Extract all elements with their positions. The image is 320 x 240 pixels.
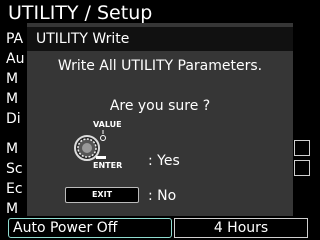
- dialog-question: Are you sure ?: [109, 98, 211, 114]
- menu-value-field-1[interactable]: [294, 140, 310, 156]
- menu-value-field-2[interactable]: [294, 160, 310, 176]
- exit-button[interactable]: EXIT: [65, 187, 139, 203]
- utility-write-dialog: UTILITY Write Write All UTILITY Paramete…: [27, 23, 293, 216]
- menu-item-5[interactable]: Di: [6, 111, 21, 127]
- menu-item-1[interactable]: PA: [6, 31, 23, 47]
- auto-power-off-row[interactable]: Auto Power Off 4 Hours: [8, 218, 310, 238]
- page-title: UTILITY / Setup: [8, 2, 153, 24]
- dialog-message: Write All UTILITY Parameters.: [57, 58, 263, 74]
- menu-item-4[interactable]: M: [6, 91, 18, 107]
- menu-item-2[interactable]: Au: [6, 51, 24, 67]
- menu-item-7[interactable]: Sc: [6, 161, 23, 177]
- dialog-title: UTILITY Write: [36, 31, 130, 47]
- yes-option-label: : Yes: [148, 153, 180, 169]
- auto-power-off-label[interactable]: Auto Power Off: [8, 218, 172, 238]
- dialog-header: UTILITY Write: [27, 27, 293, 51]
- value-knob-enter-hint[interactable]: VALUE ENTER: [71, 120, 127, 172]
- auto-power-off-value[interactable]: 4 Hours: [174, 218, 308, 238]
- no-option-label: : No: [148, 188, 177, 204]
- enter-label: ENTER: [93, 161, 123, 170]
- menu-item-3[interactable]: M: [6, 71, 18, 87]
- menu-item-9[interactable]: M: [6, 201, 18, 217]
- menu-item-6[interactable]: M: [6, 141, 18, 157]
- menu-item-8[interactable]: Ec: [6, 181, 23, 197]
